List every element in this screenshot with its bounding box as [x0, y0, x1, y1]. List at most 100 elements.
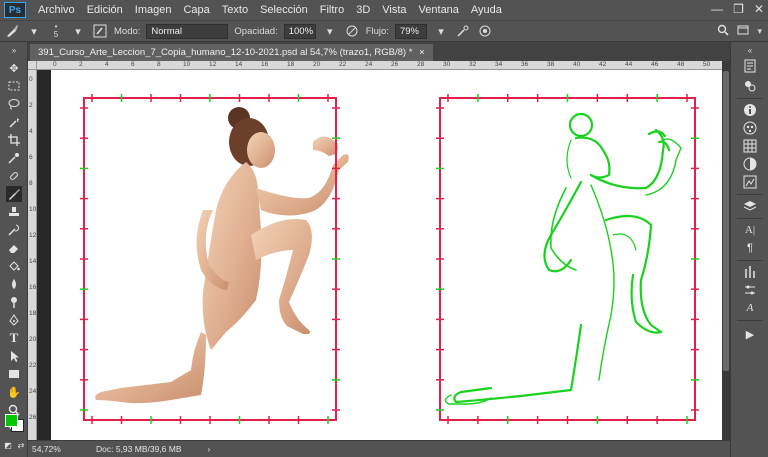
- swap-colors-icon[interactable]: ⇄: [16, 440, 26, 450]
- character-icon[interactable]: A|: [742, 222, 758, 238]
- workspace-dropdown-icon[interactable]: ▾: [757, 26, 762, 37]
- paragraph-icon[interactable]: ¶: [742, 240, 758, 256]
- swatches-icon[interactable]: [742, 138, 758, 154]
- brush-panel-icon[interactable]: [92, 23, 108, 39]
- document-canvas[interactable]: [51, 70, 729, 440]
- scrollbar-thumb[interactable]: [723, 71, 729, 371]
- brush-dropdown-icon[interactable]: ▾: [70, 23, 86, 39]
- frame-ticks-right: [436, 94, 699, 424]
- minimize-icon[interactable]: —: [711, 2, 723, 16]
- lasso-icon[interactable]: [6, 96, 22, 112]
- workspace-icon[interactable]: [737, 24, 749, 39]
- pressure-size-icon[interactable]: [477, 23, 493, 39]
- face: [247, 132, 275, 168]
- sketch-bun: [568, 112, 594, 138]
- actions-icon[interactable]: ▶: [742, 326, 758, 342]
- close-icon[interactable]: ✕: [754, 2, 764, 16]
- dodge-icon[interactable]: [6, 294, 22, 310]
- document-tabs: 391_Curso_Arte_Leccion_7_Copia_humano_12…: [28, 42, 730, 61]
- menu-filtro[interactable]: Filtro: [314, 0, 350, 20]
- crop-icon[interactable]: [6, 132, 22, 148]
- layers-icon[interactable]: [742, 198, 758, 214]
- move-icon[interactable]: ✥: [6, 60, 22, 76]
- brush-size-picker[interactable]: • 5: [48, 23, 64, 39]
- dropdown-arrow-icon[interactable]: ▾: [26, 23, 42, 39]
- pressure-opacity-icon[interactable]: [344, 23, 360, 39]
- status-menu-arrow[interactable]: ›: [208, 444, 211, 454]
- menu-edicion[interactable]: Edición: [81, 0, 129, 20]
- ruler-top-label: 6: [131, 61, 135, 68]
- opacity-arrow-icon[interactable]: ▾: [322, 23, 338, 39]
- ruler-left-label: 8: [29, 180, 33, 187]
- rectangle-icon[interactable]: [6, 366, 22, 382]
- horizontal-ruler[interactable]: 0 2 4 6 8 10 12 14 16 18 20 22 24 26 28 30 32 34 36 38 40 42 4…: [37, 61, 730, 70]
- brush-preset-icon[interactable]: [4, 23, 20, 39]
- ruler-left-label: 0: [29, 76, 33, 83]
- type-icon[interactable]: T: [6, 330, 22, 346]
- blur-icon[interactable]: [6, 276, 22, 292]
- tab-close-icon[interactable]: ×: [419, 47, 425, 58]
- window-controls: — ❐ ✕: [711, 2, 764, 16]
- glyphs-icon[interactable]: A: [742, 300, 758, 316]
- path-selection-icon[interactable]: [6, 348, 22, 364]
- menu-ventana[interactable]: Ventana: [413, 0, 465, 20]
- menu-3d[interactable]: 3D: [350, 0, 376, 20]
- airbrush-icon[interactable]: [455, 23, 471, 39]
- history-icon[interactable]: [742, 58, 758, 74]
- magic-wand-icon[interactable]: [6, 114, 22, 130]
- marquee-icon[interactable]: [6, 78, 22, 94]
- styles-icon[interactable]: [742, 156, 758, 172]
- flow-arrow-icon[interactable]: ▾: [433, 23, 449, 39]
- eyedropper-icon[interactable]: [6, 150, 22, 166]
- maximize-icon[interactable]: ❐: [733, 2, 744, 16]
- ruler-top-label: 24: [365, 61, 373, 68]
- canvas-workspace[interactable]: [37, 70, 730, 440]
- menu-capa[interactable]: Capa: [177, 0, 215, 20]
- opacity-field[interactable]: 100%: [283, 23, 316, 39]
- pen-icon[interactable]: [6, 312, 22, 328]
- collapse-toolbar-icon[interactable]: »: [6, 46, 22, 55]
- ruler-top-label: 44: [625, 61, 633, 68]
- menu-vista[interactable]: Vista: [376, 0, 412, 20]
- clone-stamp-icon[interactable]: [6, 204, 22, 220]
- ruler-top-label: 42: [599, 61, 607, 68]
- hand-icon[interactable]: ✋: [6, 384, 22, 400]
- menu-imagen[interactable]: Imagen: [129, 0, 178, 20]
- menu-archivo[interactable]: Archivo: [32, 0, 81, 20]
- color-icon[interactable]: [742, 120, 758, 136]
- tool-presets-icon[interactable]: [742, 282, 758, 298]
- vertical-scrollbar[interactable]: [722, 61, 730, 440]
- navigator-icon[interactable]: [742, 174, 758, 190]
- menu-ayuda[interactable]: Ayuda: [465, 0, 508, 20]
- brush-size-value: 5: [53, 30, 59, 39]
- panel-separator: [737, 194, 763, 195]
- adjustments-icon[interactable]: [742, 78, 758, 94]
- eraser-icon[interactable]: [6, 240, 22, 256]
- default-colors-icon[interactable]: ◩: [3, 440, 13, 450]
- menu-texto[interactable]: Texto: [216, 0, 254, 20]
- brush-icon[interactable]: [6, 186, 22, 202]
- search-icon[interactable]: [717, 24, 730, 39]
- ruler-top-label: 0: [53, 61, 57, 68]
- history-brush-icon[interactable]: [6, 222, 22, 238]
- paint-bucket-icon[interactable]: [6, 258, 22, 274]
- brush-settings-icon[interactable]: [742, 264, 758, 280]
- foreground-color-swatch[interactable]: [5, 414, 18, 427]
- photo-panel: [80, 94, 349, 424]
- healing-brush-icon[interactable]: [6, 168, 22, 184]
- info-icon[interactable]: [742, 102, 758, 118]
- ruler-top-label: 22: [339, 61, 347, 68]
- flow-field[interactable]: 79%: [394, 23, 427, 39]
- sketch-kneeling-leg: [453, 323, 583, 404]
- ruler-left-label: 6: [29, 154, 33, 161]
- vertical-ruler[interactable]: 0 2 4 6 8 10 12 14 16 18 20 22 24 26: [28, 70, 37, 440]
- menu-seleccion[interactable]: Selección: [254, 0, 314, 20]
- ruler-left-label: 22: [29, 362, 37, 369]
- mode-select[interactable]: Normal: [146, 23, 229, 39]
- ruler-top-label: 8: [157, 61, 161, 68]
- document-tab[interactable]: 391_Curso_Arte_Leccion_7_Copia_humano_12…: [30, 44, 433, 61]
- collapse-panels-icon[interactable]: «: [742, 46, 758, 55]
- zoom-level[interactable]: 54,72%: [28, 444, 72, 454]
- ruler-origin[interactable]: [28, 61, 37, 70]
- ruler-left-label: 2: [29, 102, 33, 109]
